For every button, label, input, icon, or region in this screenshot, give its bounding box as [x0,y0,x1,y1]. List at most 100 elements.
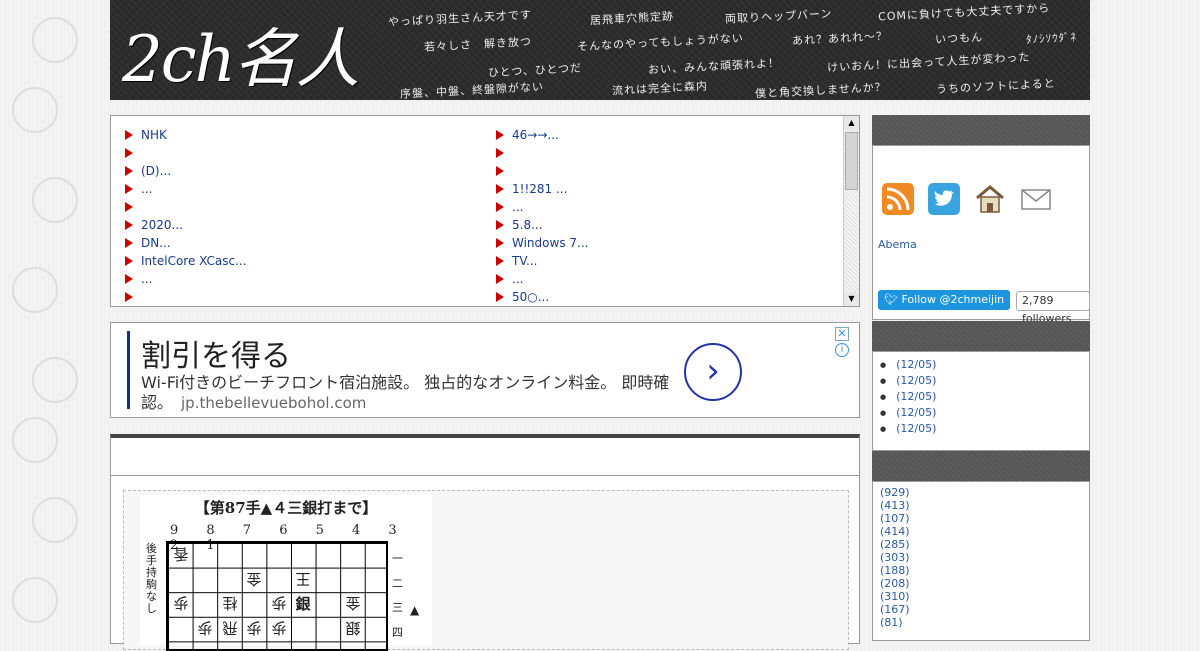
catchphrase: 両取りヘップバーン [724,7,833,26]
ad-url[interactable]: jp.thebellevuebohol.com [181,394,366,412]
list-item[interactable]: 50○... [496,288,844,306]
list-item[interactable]: NHK [125,126,485,144]
category-item[interactable]: (414) [880,525,910,538]
ad-title[interactable]: 割引を得る [141,331,291,375]
list-item[interactable]: 5.8... [496,216,844,234]
row-label: 一 [392,552,403,565]
link[interactable]: ... [512,198,523,216]
shogi-board-image[interactable]: 【第87手▲４三銀打まで】 9 8 7 6 5 4 3 2 1 後手持駒なし 香… [140,495,432,651]
rss-icon[interactable] [881,182,915,216]
bullet-triangle-icon [496,184,504,194]
link[interactable]: 5.8... [512,216,543,234]
list-item[interactable]: TV... [496,252,844,270]
list-item[interactable]: (12/05) [880,373,936,389]
link[interactable]: ... [141,180,152,198]
shogi-piece: 銀 [295,595,311,613]
link[interactable]: DN... [141,234,171,252]
list-item[interactable]: (12/05) [880,421,936,437]
catchphrase: おい、みんな頑張れよ！ [647,56,781,77]
list-item[interactable]: ... [496,198,844,216]
link[interactable]: TV... [512,252,537,270]
scroll-down-icon[interactable]: ▼ [844,292,859,306]
link[interactable]: (D)... [141,162,171,180]
shogi-piece: 歩 [271,619,287,637]
category-item[interactable]: (285) [880,538,910,551]
link[interactable]: 50○... [512,288,549,306]
category-item[interactable]: (167) [880,603,910,616]
link[interactable]: 1!!281 ... [512,180,567,198]
list-item[interactable] [496,162,844,180]
bullet-triangle-icon [496,148,504,158]
mail-icon[interactable] [1019,182,1053,216]
list-item[interactable]: DN... [125,234,485,252]
link[interactable]: ... [512,270,523,288]
link[interactable]: ... [141,270,152,288]
list-item[interactable]: Windows 7... [496,234,844,252]
list-item[interactable]: 2020... [125,216,485,234]
abema-link[interactable]: Abema [878,238,917,251]
list-item[interactable] [125,288,485,306]
ad-description[interactable]: Wi-Fi付きのビーチフロント宿泊施設。 独占的なオンライン料金。 即時確認。 j… [141,373,681,413]
catchphrase: COMに負けても大丈夫ですから [877,1,1051,24]
twitter-bird-icon: 🐦︎ [884,293,898,306]
list-item[interactable]: ... [496,270,844,288]
chevron-right-icon[interactable]: › [684,343,742,401]
info-icon[interactable]: i [835,343,849,357]
link[interactable]: IntelCore XCasc... [141,252,247,270]
home-icon[interactable] [973,182,1007,216]
list-item[interactable]: ... [125,180,485,198]
category-item[interactable]: (81) [880,616,910,629]
list-item[interactable] [125,198,485,216]
close-icon[interactable]: ✕ [835,327,849,341]
shogi-piece: 香 [173,545,189,563]
bullet-triangle-icon [496,238,504,248]
article-title-bar [111,438,859,476]
category-item[interactable]: (188) [880,564,910,577]
sidebar-header-categories [872,451,1090,481]
category-item[interactable]: (303) [880,551,910,564]
advertisement[interactable]: 割引を得る Wi-Fi付きのビーチフロント宿泊施設。 独占的なオンライン料金。 … [110,322,860,418]
link[interactable]: NHK [141,126,167,144]
bullet-triangle-icon [125,220,133,230]
bullet-triangle-icon [496,202,504,212]
twitter-icon[interactable] [927,182,961,216]
site-logo[interactable]: 2ch名人 [122,8,360,100]
link-column-left: NHK (D)... ... 2020... DN... IntelCore X… [125,126,485,306]
category-item[interactable]: (310) [880,590,910,603]
list-item[interactable]: 1!!281 ... [496,180,844,198]
board-image-frame: 【第87手▲４三銀打まで】 9 8 7 6 5 4 3 2 1 後手持駒なし 香… [123,490,849,651]
link-list-scrollbar[interactable]: ▲ ▼ [843,116,859,306]
scrollbar-thumb[interactable] [845,132,858,190]
twitter-follow-label: Follow @2chmeijin [901,293,1005,306]
link[interactable]: Windows 7... [512,234,588,252]
list-item[interactable]: IntelCore XCasc... [125,252,485,270]
category-item[interactable]: (413) [880,499,910,512]
list-item[interactable]: (12/05) [880,357,936,373]
bullet-triangle-icon [125,130,133,140]
bullet-triangle-icon [125,166,133,176]
shogi-piece: 銀 [345,619,361,637]
catchphrase: 僕と角交換しませんか？ [754,80,887,100]
twitter-follow-button[interactable]: 🐦︎ Follow @2chmeijin [878,290,1011,310]
bullet-triangle-icon [125,274,133,284]
list-item[interactable]: (12/05) [880,389,936,405]
link-list: NHK (D)... ... 2020... DN... IntelCore X… [111,116,844,306]
category-item[interactable]: (929) [880,486,910,499]
list-item[interactable]: (12/05) [880,405,936,421]
link[interactable]: 46→→... [512,126,559,144]
list-item[interactable] [125,144,485,162]
board-caption: 【第87手▲４三銀打まで】 [194,499,378,517]
bullet-triangle-icon [496,274,504,284]
list-item[interactable]: ... [125,270,485,288]
list-item[interactable]: (D)... [125,162,485,180]
link[interactable]: 2020... [141,216,183,234]
list-item[interactable] [496,144,844,162]
scroll-up-icon[interactable]: ▲ [844,116,859,130]
category-item[interactable]: (208) [880,577,910,590]
ad-accent-bar [127,331,130,409]
category-item[interactable]: (107) [880,512,910,525]
twitter-follower-count: 2,789 followers [1016,291,1090,325]
catchphrase: いつもん [934,30,984,47]
sente-marker: ▲ [410,603,420,617]
list-item[interactable]: 46→→... [496,126,844,144]
